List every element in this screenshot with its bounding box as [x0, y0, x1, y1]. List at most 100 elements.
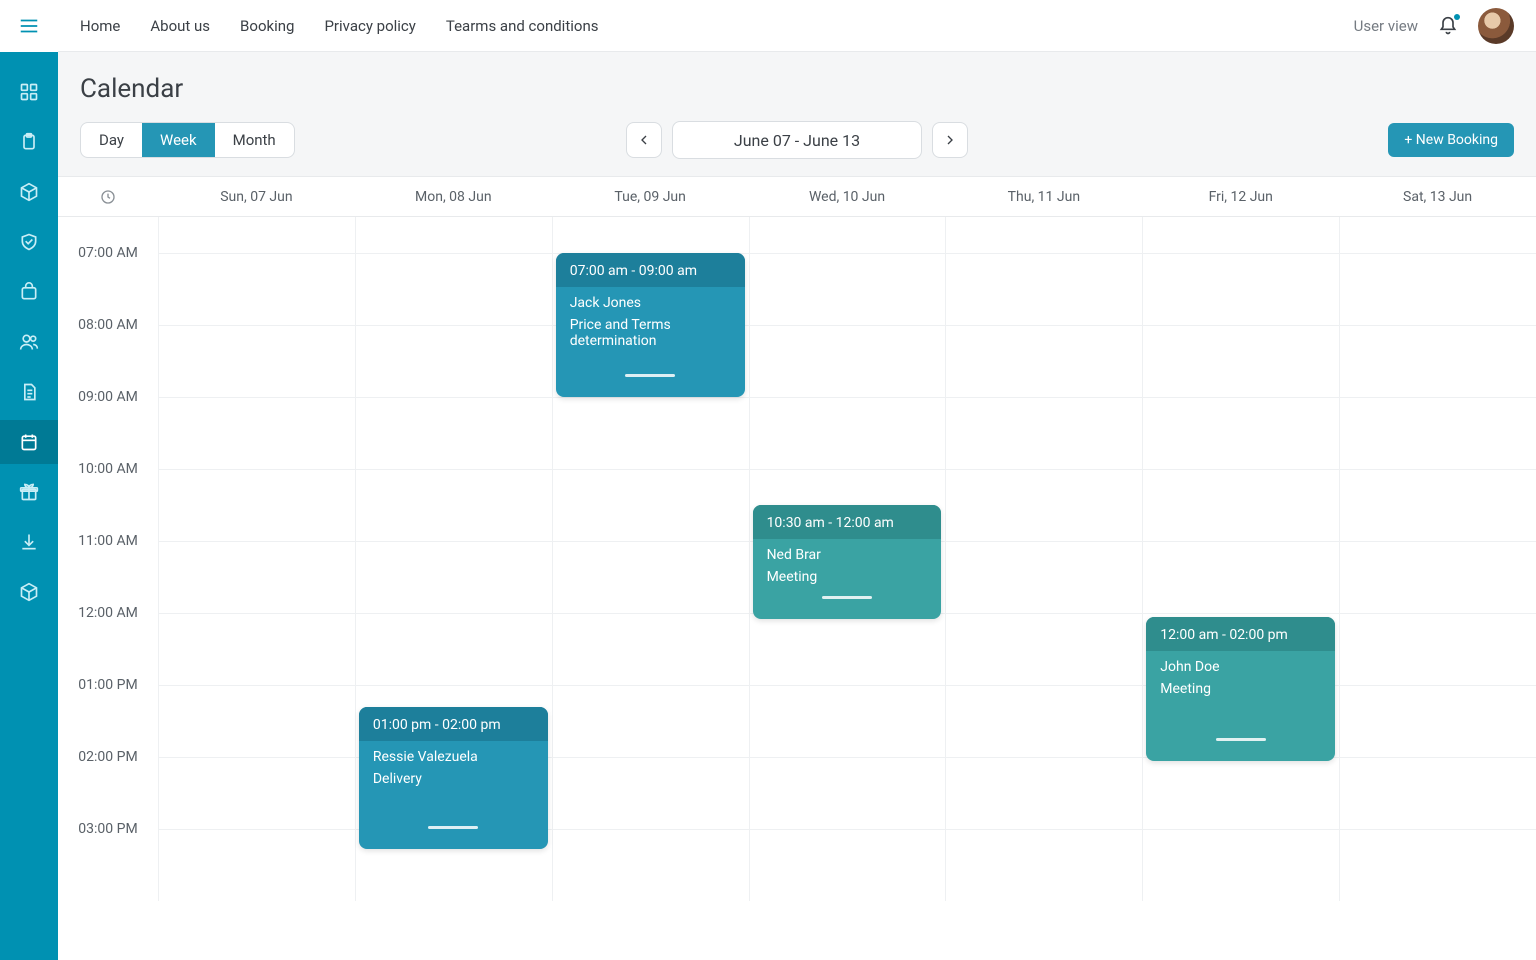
sidebar-item-calendar[interactable]	[0, 420, 58, 464]
calendar-cell[interactable]	[749, 397, 946, 469]
calendar-event[interactable]: 12:00 am - 02:00 pmJohn DoeMeeting	[1146, 617, 1335, 761]
calendar-cell[interactable]	[158, 757, 355, 829]
sidebar-item-gift[interactable]	[0, 470, 58, 514]
calendar-cell[interactable]	[1142, 397, 1339, 469]
calendar-cell[interactable]	[749, 829, 946, 901]
calendar-cell[interactable]	[158, 829, 355, 901]
calendar-cell[interactable]	[1142, 469, 1339, 541]
day-head-mon: Mon, 08 Jun	[355, 177, 552, 216]
calendar-cell[interactable]	[1339, 469, 1536, 541]
calendar-cell[interactable]	[355, 613, 552, 685]
drag-handle-icon[interactable]	[822, 596, 872, 599]
calendar-cell[interactable]	[1339, 325, 1536, 397]
sidebar-item-shield[interactable]	[0, 220, 58, 264]
calendar-cell[interactable]	[945, 469, 1142, 541]
calendar-cell[interactable]	[1339, 613, 1536, 685]
calendar-cell[interactable]	[945, 829, 1142, 901]
calendar-event[interactable]: 01:00 pm - 02:00 pmRessie ValezuelaDeliv…	[359, 707, 548, 849]
calendar-event[interactable]: 10:30 am - 12:00 amNed BrarMeeting	[753, 505, 942, 619]
calendar-cell[interactable]	[749, 325, 946, 397]
calendar-cell[interactable]	[1339, 685, 1536, 757]
calendar-cell[interactable]	[552, 829, 749, 901]
clock-icon	[100, 189, 116, 205]
calendar-cell[interactable]	[158, 469, 355, 541]
calendar-cell[interactable]	[945, 541, 1142, 613]
calendar-cell[interactable]	[1339, 829, 1536, 901]
calendar-cell[interactable]	[1142, 253, 1339, 325]
calendar-cell[interactable]	[749, 253, 946, 325]
view-day[interactable]: Day	[81, 123, 142, 157]
sidebar-item-dashboard[interactable]	[0, 70, 58, 114]
clipboard-icon	[19, 132, 39, 152]
main: Home About us Booking Privacy policy Tea…	[58, 0, 1536, 960]
calendar-cell[interactable]	[1339, 253, 1536, 325]
calendar-cell[interactable]	[552, 397, 749, 469]
calendar-cell[interactable]	[355, 397, 552, 469]
calendar-cell[interactable]	[945, 397, 1142, 469]
calendar-cell[interactable]	[945, 685, 1142, 757]
drag-handle-icon[interactable]	[1216, 738, 1266, 741]
calendar-cell[interactable]	[945, 613, 1142, 685]
nav-link-booking[interactable]: Booking	[240, 17, 294, 35]
sidebar-item-package2[interactable]	[0, 570, 58, 614]
calendar-cell[interactable]	[552, 757, 749, 829]
nav-link-terms[interactable]: Tearms and conditions	[446, 17, 599, 35]
calendar-cell[interactable]	[552, 541, 749, 613]
calendar-cell[interactable]	[355, 541, 552, 613]
nav-link-privacy[interactable]: Privacy policy	[324, 17, 415, 35]
calendar-cell[interactable]	[945, 325, 1142, 397]
next-week-button[interactable]	[932, 122, 968, 158]
calendar-cell[interactable]	[1339, 757, 1536, 829]
calendar-cell[interactable]	[1142, 325, 1339, 397]
sidebar-item-download[interactable]	[0, 520, 58, 564]
calendar-cell[interactable]	[158, 397, 355, 469]
view-week[interactable]: Week	[142, 123, 215, 157]
menu-toggle[interactable]	[0, 0, 58, 52]
event-person: Ned Brar	[767, 547, 928, 563]
sidebar-item-users[interactable]	[0, 320, 58, 364]
sidebar	[0, 0, 58, 960]
calendar-cell[interactable]	[158, 685, 355, 757]
date-range-display[interactable]: June 07 - June 13	[672, 121, 922, 159]
time-label: 08:00 AM	[58, 325, 158, 397]
avatar[interactable]	[1478, 8, 1514, 44]
calendar-cell[interactable]	[158, 325, 355, 397]
calendar-cell[interactable]	[1339, 541, 1536, 613]
calendar-grid[interactable]: 07:00 AM08:00 AM09:00 AM10:00 AM11:00 AM…	[58, 217, 1536, 960]
calendar-cell[interactable]	[945, 757, 1142, 829]
calendar-cell[interactable]	[749, 757, 946, 829]
calendar-cell[interactable]	[552, 613, 749, 685]
calendar-cell[interactable]	[1142, 541, 1339, 613]
calendar-cell[interactable]	[945, 253, 1142, 325]
calendar-cell[interactable]	[158, 613, 355, 685]
sidebar-item-clipboard[interactable]	[0, 120, 58, 164]
sidebar-item-document[interactable]	[0, 370, 58, 414]
nav-link-home[interactable]: Home	[80, 17, 120, 35]
box-icon	[19, 182, 39, 202]
notifications-button[interactable]	[1438, 16, 1458, 36]
nav-link-about[interactable]: About us	[150, 17, 210, 35]
calendar-cell[interactable]	[158, 253, 355, 325]
calendar-cell[interactable]	[749, 685, 946, 757]
calendar-cell[interactable]	[1339, 397, 1536, 469]
calendar-cell[interactable]	[1142, 829, 1339, 901]
sidebar-item-package[interactable]	[0, 170, 58, 214]
user-view-link[interactable]: User view	[1354, 17, 1418, 35]
calendar-cell[interactable]	[355, 253, 552, 325]
calendar-cell[interactable]	[552, 469, 749, 541]
view-month[interactable]: Month	[215, 123, 294, 157]
calendar-cell[interactable]	[158, 541, 355, 613]
calendar-cell[interactable]	[355, 469, 552, 541]
drag-handle-icon[interactable]	[625, 374, 675, 377]
event-desc: Price and Terms determination	[570, 317, 731, 349]
prev-week-button[interactable]	[626, 122, 662, 158]
calendar-cell[interactable]	[1142, 757, 1339, 829]
drag-handle-icon[interactable]	[428, 826, 478, 829]
sidebar-item-bag[interactable]	[0, 270, 58, 314]
calendar-cell[interactable]	[355, 325, 552, 397]
new-booking-button[interactable]: + New Booking	[1388, 123, 1514, 157]
calendar-event[interactable]: 07:00 am - 09:00 amJack JonesPrice and T…	[556, 253, 745, 397]
day-head-sat: Sat, 13 Jun	[1339, 177, 1536, 216]
calendar-cell[interactable]	[552, 685, 749, 757]
calendar-cell[interactable]	[749, 613, 946, 685]
